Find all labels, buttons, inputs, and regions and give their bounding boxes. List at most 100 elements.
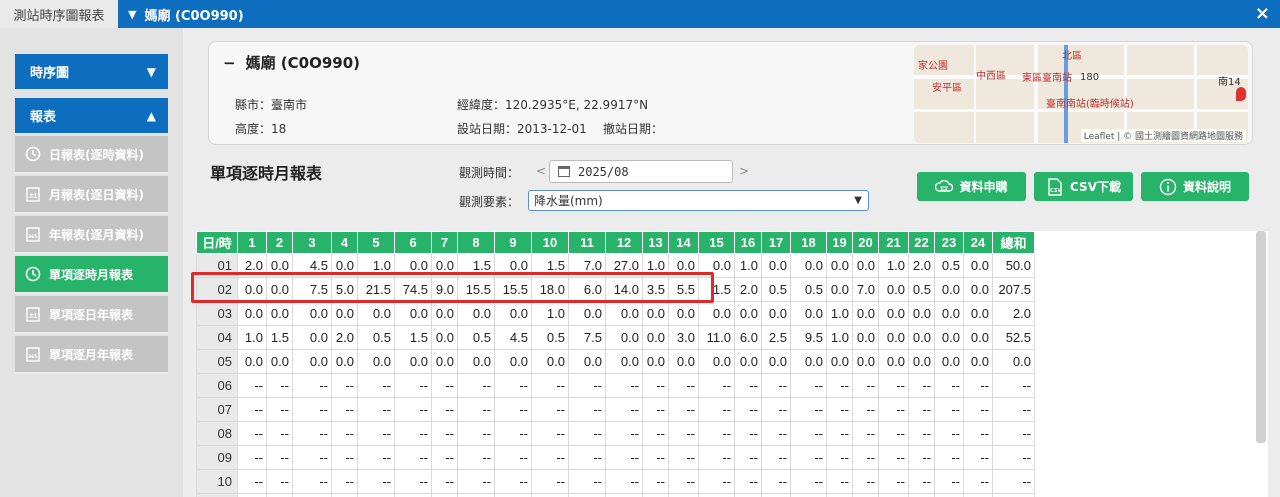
- table-cell: --: [642, 373, 669, 398]
- sidebar-item-1[interactable]: 日報表(逐時資料): [15, 136, 168, 174]
- report-table-container[interactable]: 日/時 1 2 3 4 5 6 7 8 9 10 11 12 13 14 15 16 17 18 19 20 21 22 23…: [196, 231, 1268, 497]
- table-cell: 0.0: [668, 349, 699, 374]
- table-cell: 0.0: [908, 301, 935, 326]
- map-attribution[interactable]: Leaflet | © 國土測繪圖資網路地圖服務: [1080, 129, 1246, 142]
- table-total-cell: --: [992, 493, 1035, 497]
- table-cell: --: [431, 445, 458, 470]
- table-total-cell: 50.0: [992, 253, 1035, 278]
- table-cell: --: [605, 421, 643, 446]
- table-row: 03 0.0 0.0 0.0 0.0 0.0 0.0 0.0 0.0 0.0 1.0 0.0 0.0 0.…: [196, 301, 1035, 326]
- csv-download-button[interactable]: CSV CSV下載: [1034, 172, 1133, 201]
- table-cell: --: [934, 469, 964, 494]
- table-cell: 0.0: [878, 301, 909, 326]
- table-cell: 2.0: [331, 325, 358, 350]
- sidebar: 時序圖 ▼ 報表 ▲ 日報表(逐時資料) 31 月報表(逐日資料) 365 年報表(逐月…: [0, 28, 183, 497]
- data-purchase-button[interactable]: 資料申購: [917, 172, 1026, 201]
- csv-download-label: CSV下載: [1070, 180, 1121, 194]
- table-cell: --: [237, 397, 267, 422]
- sidebar-item-5[interactable]: 31 單項逐日年報表: [15, 296, 168, 334]
- table-cell: --: [790, 469, 827, 494]
- table-cell: --: [457, 421, 495, 446]
- tab-station-timeseries[interactable]: 測站時序圖報表: [0, 0, 118, 28]
- table-cell: 0.0: [934, 349, 964, 374]
- table-cell: --: [237, 445, 267, 470]
- table-scrollbar[interactable]: [1256, 231, 1266, 443]
- next-month-button[interactable]: >: [739, 164, 749, 178]
- table-cell: --: [878, 445, 909, 470]
- table-cell: 1.5: [531, 253, 569, 278]
- table-hour-header: 6: [394, 231, 432, 254]
- element-select[interactable]: 降水量(mm) ▼: [528, 190, 869, 211]
- table-cell: --: [266, 493, 293, 497]
- table-cell: --: [431, 469, 458, 494]
- table-hour-header: 19: [826, 231, 853, 254]
- table-cell: --: [292, 469, 332, 494]
- table-cell: --: [668, 469, 699, 494]
- table-cell: --: [963, 445, 993, 470]
- table-cell: --: [394, 397, 432, 422]
- table-cell: --: [292, 421, 332, 446]
- calendar-31-icon: 31: [25, 186, 41, 202]
- triangle-down-icon: ▼: [146, 64, 156, 79]
- sidebar-item-4[interactable]: 單項逐時月報表: [15, 256, 168, 294]
- sidebar-item-3[interactable]: 365 年報表(逐月資料): [15, 216, 168, 254]
- table-cell: --: [331, 469, 358, 494]
- station-map[interactable]: 家公園 北區 中西區 東區臺南站 180 安平區 臺南南站(臨時候站) 南14 …: [914, 45, 1248, 143]
- table-cell: --: [642, 493, 669, 497]
- sidebar-item-6[interactable]: 365 單項逐月年報表: [15, 336, 168, 374]
- sidebar-timeseries-header[interactable]: 時序圖 ▼: [15, 54, 168, 89]
- table-cell: --: [878, 421, 909, 446]
- table-cell: --: [494, 397, 532, 422]
- tab-station-detail[interactable]: ▼ 媽廟 (C0O990): [118, 0, 244, 28]
- table-cell: --: [431, 493, 458, 497]
- collapse-icon[interactable]: −: [223, 54, 236, 72]
- table-day-cell: 06: [196, 373, 238, 398]
- table-cell: 0.0: [963, 325, 993, 350]
- table-cell: --: [908, 421, 935, 446]
- table-cell: --: [642, 421, 669, 446]
- table-cell: 0.0: [698, 253, 735, 278]
- data-info-button[interactable]: 資料說明: [1141, 172, 1249, 201]
- table-cell: --: [605, 469, 643, 494]
- prev-month-button[interactable]: <: [536, 164, 546, 178]
- date-input[interactable]: 2025/08: [549, 160, 733, 183]
- report-table: 日/時 1 2 3 4 5 6 7 8 9 10 11 12 13 14 15 16 17 18 19 20 21 22 23…: [196, 231, 1035, 497]
- table-cell: --: [237, 421, 267, 446]
- chevron-down-icon: ▼: [854, 195, 862, 206]
- table-hour-header: 1: [237, 231, 267, 254]
- table-cell: --: [852, 469, 879, 494]
- table-day-cell: 10: [196, 469, 238, 494]
- table-cell: --: [761, 421, 791, 446]
- table-cell: 0.0: [852, 349, 879, 374]
- table-day-cell: 04: [196, 325, 238, 350]
- map-label: 北區: [1062, 51, 1082, 62]
- table-cell: --: [568, 421, 606, 446]
- map-marker-icon[interactable]: [1236, 87, 1246, 101]
- table-cell: --: [431, 421, 458, 446]
- table-total-cell: --: [992, 397, 1035, 422]
- element-label: 觀測要素：: [459, 195, 520, 209]
- triangle-up-icon: ▲: [146, 108, 156, 123]
- sidebar-item-label: 日報表(逐時資料): [49, 147, 144, 162]
- map-label: 中西區: [976, 71, 1006, 82]
- table-cell: --: [790, 493, 827, 497]
- station-name[interactable]: − 媽廟 (C0O990): [223, 52, 360, 73]
- table-cell: --: [568, 493, 606, 497]
- table-cell: --: [494, 445, 532, 470]
- table-cell: --: [761, 373, 791, 398]
- table-cell: 1.5: [698, 277, 735, 302]
- sidebar-item-2[interactable]: 31 月報表(逐日資料): [15, 176, 168, 214]
- table-cell: 0.0: [431, 301, 458, 326]
- svg-text:31: 31: [29, 313, 37, 320]
- map-label: 180: [1080, 72, 1100, 83]
- table-cell: 9.5: [790, 325, 827, 350]
- table-cell: 0.0: [934, 301, 964, 326]
- table-cell: --: [934, 493, 964, 497]
- map-label: 臺南南站(臨時候站): [1046, 99, 1134, 110]
- table-cell: --: [963, 469, 993, 494]
- sidebar-report-header[interactable]: 報表 ▲: [15, 98, 168, 133]
- table-cell: --: [394, 445, 432, 470]
- table-cell: --: [394, 493, 432, 497]
- table-cell: 1.0: [237, 325, 267, 350]
- close-icon[interactable]: ×: [1255, 3, 1270, 25]
